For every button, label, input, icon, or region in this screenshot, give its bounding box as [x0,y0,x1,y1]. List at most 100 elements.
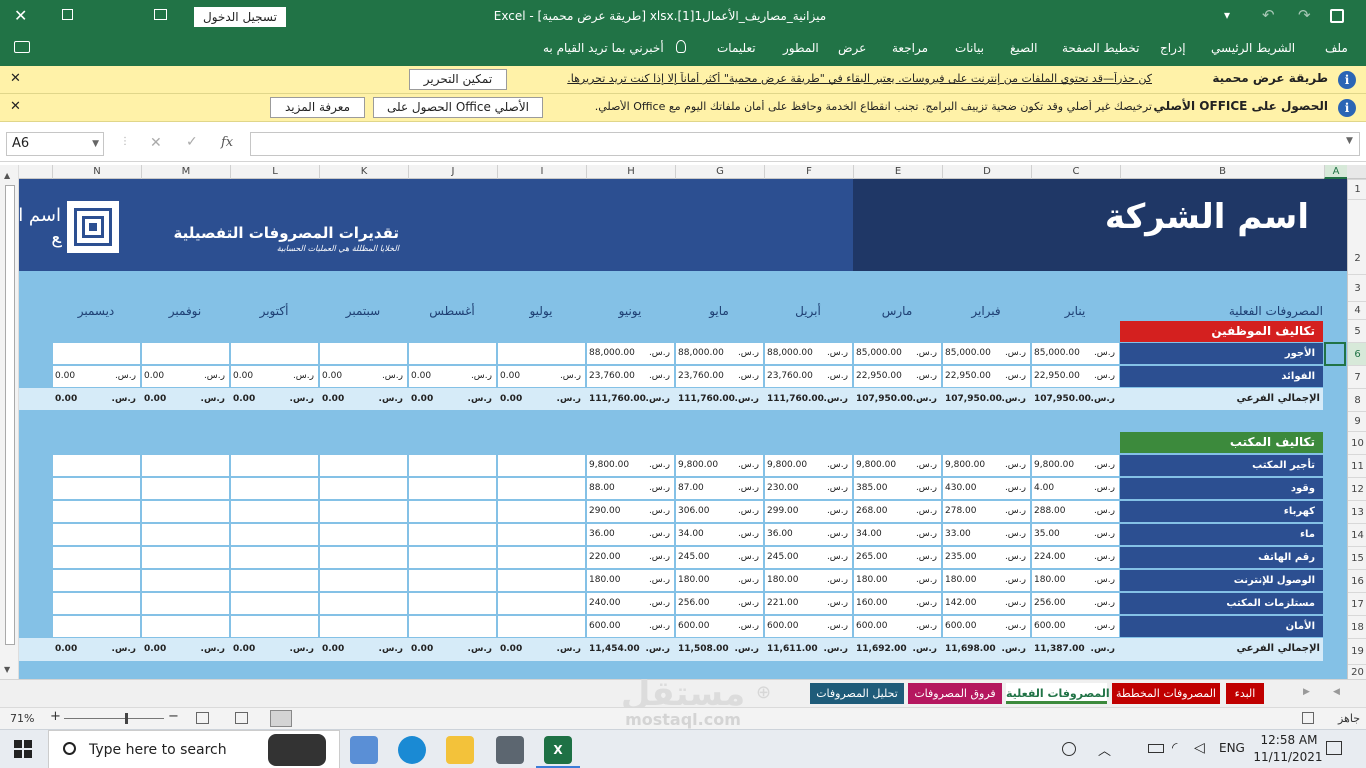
value-cell[interactable]: 85,000.00 ر.س. [943,343,1030,364]
value-cell[interactable] [53,343,140,364]
customize-toolbar-icon[interactable]: ▾ [1224,8,1230,22]
row-header[interactable]: 12 [1348,477,1366,500]
close-icon[interactable]: ✕ [10,71,21,86]
value-cell[interactable] [409,343,496,364]
value-cell[interactable]: 600.00 ر.س. [854,616,941,637]
value-cell[interactable] [409,478,496,499]
value-cell[interactable] [53,478,140,499]
vertical-scrollbar[interactable]: ▲ ▼ [0,165,19,679]
value-cell[interactable]: 385.00 ر.س. [854,478,941,499]
tab-insert[interactable]: إدراج [1160,41,1186,55]
value-cell[interactable]: 85,000.00 ر.س. [854,343,941,364]
row-header[interactable]: 4 [1348,301,1366,319]
row-header-active[interactable]: 6 [1348,342,1366,365]
row-label[interactable]: تأجير المكتب [1120,455,1323,476]
value-cell[interactable] [231,593,318,614]
page-break-view-icon[interactable] [196,712,209,724]
chevron-down-icon[interactable]: ▼ [92,133,99,155]
notifications-icon[interactable] [1326,741,1342,755]
value-cell[interactable]: 0.00 ر.س. [498,366,585,387]
enter-icon[interactable]: ✓ [186,134,198,150]
value-cell[interactable]: 36.00 ر.س. [587,524,674,545]
row-label[interactable]: الأمان [1120,616,1323,637]
get-genuine-button[interactable]: الحصول على Office الأصلي [373,97,543,118]
value-cell[interactable]: 430.00 ر.س. [943,478,1030,499]
value-cell[interactable]: 600.00 ر.س. [765,616,852,637]
value-cell[interactable] [53,455,140,476]
value-cell[interactable] [142,455,229,476]
clock-date[interactable]: 11/11/2021 [1250,750,1326,764]
value-cell[interactable] [498,616,585,637]
scroll-down-icon[interactable]: ▼ [4,665,10,674]
name-box[interactable]: A6 ▼ [6,132,104,156]
value-cell[interactable]: 142.00 ر.س. [943,593,1030,614]
value-cell[interactable] [142,616,229,637]
row-header[interactable]: 5 [1348,319,1366,342]
selected-cell-a6[interactable] [1324,342,1346,366]
row-header[interactable]: 15 [1348,546,1366,569]
value-cell[interactable] [53,570,140,591]
value-cell[interactable]: 9,800.00 ر.س. [1032,455,1119,476]
enable-editing-button[interactable]: تمكين التحرير [409,69,507,90]
row-header[interactable]: 7 [1348,365,1366,388]
tab-file[interactable]: ملف [1325,41,1348,55]
value-cell[interactable] [409,455,496,476]
value-cell[interactable]: 230.00 ر.س. [765,478,852,499]
value-cell[interactable]: 299.00 ر.س. [765,501,852,522]
value-cell[interactable] [53,547,140,568]
scroll-up-icon[interactable]: ▲ [4,171,10,180]
expand-formula-icon[interactable]: ▼ [1346,136,1353,146]
row-header[interactable]: 9 [1348,411,1366,431]
volume-icon[interactable]: ◁ [1194,740,1205,756]
office-section-header[interactable]: تكاليف المكتب [1120,432,1323,453]
value-cell[interactable]: 180.00 ر.س. [765,570,852,591]
value-cell[interactable]: 9,800.00 ر.س. [854,455,941,476]
row-header[interactable]: 11 [1348,454,1366,477]
redo-icon[interactable]: ↷ [1298,6,1311,24]
value-cell[interactable]: 23,760.00 ر.س. [587,366,674,387]
value-cell[interactable] [53,501,140,522]
value-cell[interactable] [409,501,496,522]
value-cell[interactable]: 34.00 ر.س. [676,524,763,545]
row-header[interactable]: 13 [1348,500,1366,523]
value-cell[interactable] [498,570,585,591]
value-cell[interactable] [498,524,585,545]
value-cell[interactable] [409,524,496,545]
value-cell[interactable] [142,478,229,499]
tab-home[interactable]: الشريط الرئيسي [1211,41,1295,55]
sheet-tab-actual[interactable]: المصروفات الفعلية [1006,683,1110,704]
value-cell[interactable]: 256.00 ر.س. [676,593,763,614]
sheet-tab-start[interactable]: البدء [1226,683,1264,704]
tab-data[interactable]: بيانات [955,41,984,55]
formula-input[interactable] [250,132,1360,156]
value-cell[interactable]: 600.00 ر.س. [1032,616,1119,637]
value-cell[interactable]: 0.00 ر.س. [53,366,140,387]
sheet-tab-analysis[interactable]: تحليل المصروفات [810,683,904,704]
row-header[interactable]: 19 [1348,638,1366,664]
value-cell[interactable]: 268.00 ر.س. [854,501,941,522]
value-cell[interactable]: 288.00 ر.س. [1032,501,1119,522]
value-cell[interactable]: 180.00 ر.س. [854,570,941,591]
value-cell[interactable] [53,524,140,545]
zoom-out-icon[interactable]: − [168,709,179,724]
value-cell[interactable]: 160.00 ر.س. [854,593,941,614]
tab-review[interactable]: مراجعة [892,41,928,55]
value-cell[interactable] [320,524,407,545]
network-app-icon[interactable] [350,736,378,764]
value-cell[interactable] [231,570,318,591]
people-icon[interactable] [1062,742,1076,756]
value-cell[interactable]: 278.00 ر.س. [943,501,1030,522]
row-label[interactable]: الأجور [1120,343,1323,364]
value-cell[interactable]: 9,800.00 ر.س. [765,455,852,476]
row-header[interactable]: 2 [1348,199,1366,274]
column-header[interactable]: D [942,165,1031,179]
company-name[interactable]: اسم الشركة [1059,197,1309,237]
calculator-icon[interactable] [496,736,524,764]
language-indicator[interactable]: ENG [1219,741,1245,755]
row-header[interactable]: 16 [1348,569,1366,592]
value-cell[interactable]: 221.00 ر.س. [765,593,852,614]
value-cell[interactable]: 306.00 ر.س. [676,501,763,522]
edge-icon[interactable] [398,736,426,764]
value-cell[interactable]: 9,800.00 ر.س. [943,455,1030,476]
value-cell[interactable] [142,501,229,522]
